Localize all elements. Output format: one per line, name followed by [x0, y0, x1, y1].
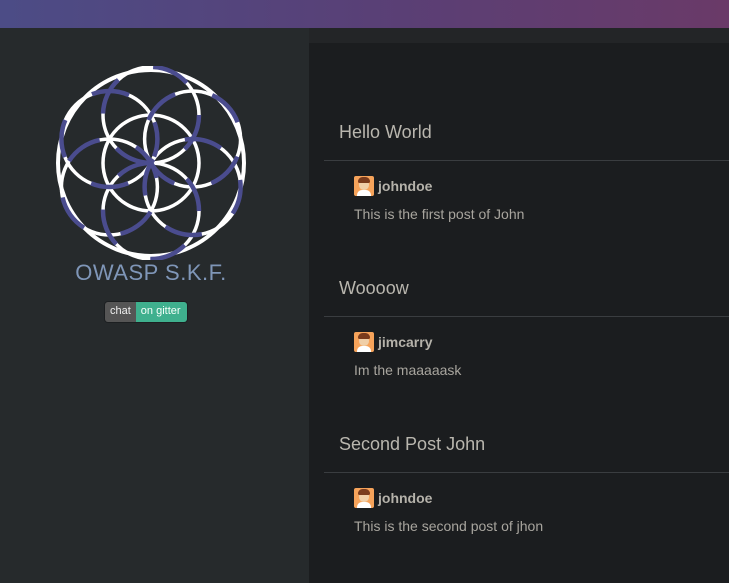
top-gradient-bar	[0, 0, 729, 28]
post-body: This is the second post of jhon	[354, 518, 544, 534]
avatar-icon	[354, 488, 374, 508]
gitter-badge-left: chat	[105, 302, 136, 322]
post-author[interactable]: jimcarry	[354, 332, 729, 352]
post-title[interactable]: Hello World	[324, 104, 729, 161]
post-author-name: johndoe	[378, 490, 433, 506]
brand-title: OWASP S.K.F.	[75, 260, 227, 285]
gitter-badge-right: on gitter	[135, 302, 187, 322]
post-body: Im the maaaaask	[354, 362, 462, 378]
owasp-skf-logo[interactable]	[54, 66, 248, 260]
post-title[interactable]: Second Post John	[324, 416, 729, 473]
post-card: Hello World johndoe This is the first po…	[324, 104, 729, 222]
post-author[interactable]: johndoe	[354, 176, 729, 196]
avatar-icon	[354, 332, 374, 352]
posts-panel: Hello World johndoe This is the first po…	[309, 28, 729, 583]
post-card: Second Post John johndoe This is the sec…	[324, 416, 729, 534]
main-header-strip	[309, 28, 729, 43]
post-body: This is the first post of John	[354, 206, 525, 222]
avatar-icon	[354, 176, 374, 196]
sidebar: OWASP S.K.F. chat on gitter	[0, 28, 309, 583]
post-author-name: johndoe	[378, 178, 433, 194]
post-title[interactable]: Woooow	[324, 260, 729, 317]
post-card: Woooow jimcarry Im the maaaaask	[324, 260, 729, 378]
post-author[interactable]: johndoe	[354, 488, 729, 508]
post-author-name: jimcarry	[378, 334, 433, 350]
gitter-chat-badge[interactable]: chat on gitter	[105, 302, 187, 322]
